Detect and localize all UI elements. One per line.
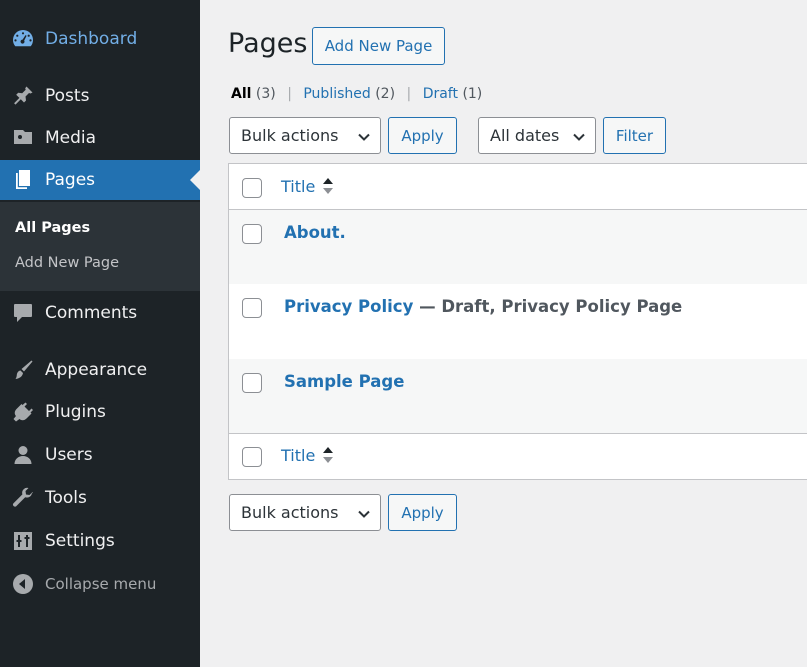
select-all-checkbox[interactable] <box>242 178 262 198</box>
menu-tools[interactable]: Tools <box>0 478 200 518</box>
menu-users-label: Users <box>45 445 93 465</box>
status-filter-links: All (3) | Published (2) | Draft (1) <box>231 86 482 102</box>
settings-sliders-icon <box>10 528 36 554</box>
apply-button-bottom[interactable]: Apply <box>388 494 457 531</box>
page-title-link[interactable]: Sample Page <box>284 372 404 391</box>
menu-posts[interactable]: Posts <box>0 76 200 116</box>
menu-users[interactable]: Users <box>0 435 200 475</box>
filter-published[interactable]: Published <box>303 86 370 102</box>
bulk-actions-value: Bulk actions <box>241 126 339 145</box>
title-column-header[interactable]: Title <box>281 176 334 196</box>
menu-media[interactable]: Media <box>0 118 200 158</box>
plugin-icon <box>10 399 36 425</box>
pages-table: Title About. Privacy Policy — Draft, Pri… <box>228 163 807 480</box>
pages-icon <box>10 167 36 193</box>
filter-draft-count: (1) <box>462 86 483 102</box>
menu-dashboard[interactable]: Dashboard <box>0 19 200 59</box>
add-new-page-button[interactable]: Add New Page <box>312 27 445 65</box>
wrench-icon <box>10 485 36 511</box>
table-row: Sample Page <box>229 359 807 434</box>
sort-arrows-icon <box>322 176 334 196</box>
menu-appearance-label: Appearance <box>45 360 148 380</box>
menu-appearance[interactable]: Appearance <box>0 350 200 390</box>
menu-settings-label: Settings <box>45 531 115 551</box>
chevron-down-icon <box>357 129 371 143</box>
table-footer: Title <box>229 435 807 480</box>
menu-posts-label: Posts <box>45 86 90 106</box>
select-all-checkbox-footer[interactable] <box>242 447 262 467</box>
chevron-down-icon <box>572 129 586 143</box>
collapse-menu-button[interactable]: Collapse menu <box>0 564 200 604</box>
submenu-all-pages[interactable]: All Pages <box>15 220 90 236</box>
apply-button-top[interactable]: Apply <box>388 117 457 154</box>
chevron-down-icon <box>357 506 371 520</box>
page-title-row: Privacy Policy — Draft, Privacy Policy P… <box>284 297 682 316</box>
menu-dashboard-label: Dashboard <box>45 29 138 49</box>
row-checkbox[interactable] <box>242 373 262 393</box>
bulk-actions-value: Bulk actions <box>241 503 339 522</box>
page-title: Pages <box>228 28 308 59</box>
date-filter-select[interactable]: All dates <box>478 117 596 154</box>
title-column-footer[interactable]: Title <box>281 445 334 465</box>
menu-plugins-label: Plugins <box>45 402 106 422</box>
table-header: Title <box>229 164 807 210</box>
collapse-menu-label: Collapse menu <box>45 575 157 593</box>
bulk-actions-select-bottom[interactable]: Bulk actions <box>229 494 381 531</box>
date-filter-value: All dates <box>490 126 560 145</box>
user-icon <box>10 442 36 468</box>
post-state-label: — Draft, Privacy Policy Page <box>413 297 683 316</box>
comment-icon <box>10 300 36 326</box>
menu-settings[interactable]: Settings <box>0 521 200 561</box>
pages-submenu: All Pages Add New Page <box>0 202 200 291</box>
admin-sidebar: Dashboard Posts Media Pages All Pages Ad… <box>0 0 200 667</box>
filter-all-count: (3) <box>255 86 276 102</box>
table-row: Privacy Policy — Draft, Privacy Policy P… <box>229 284 807 359</box>
menu-media-label: Media <box>45 128 97 148</box>
menu-comments-label: Comments <box>45 303 138 323</box>
sort-arrows-icon <box>322 445 334 465</box>
bulk-actions-select-top[interactable]: Bulk actions <box>229 117 381 154</box>
menu-pages[interactable]: Pages <box>0 160 200 200</box>
filter-separator: | <box>406 86 412 102</box>
filter-button[interactable]: Filter <box>603 117 666 154</box>
row-checkbox[interactable] <box>242 298 262 318</box>
pushpin-icon <box>10 83 36 109</box>
title-column-label: Title <box>281 445 316 465</box>
paintbrush-icon <box>10 357 36 383</box>
title-column-label: Title <box>281 176 316 196</box>
media-icon <box>10 125 36 151</box>
menu-pages-label: Pages <box>45 170 96 190</box>
menu-comments[interactable]: Comments <box>0 293 200 333</box>
dashboard-icon <box>10 26 36 52</box>
menu-plugins[interactable]: Plugins <box>0 392 200 432</box>
menu-tools-label: Tools <box>45 488 87 508</box>
page-title-link[interactable]: Privacy Policy <box>284 297 413 316</box>
filter-separator: | <box>287 86 292 102</box>
submenu-add-new-page[interactable]: Add New Page <box>15 255 119 271</box>
row-checkbox[interactable] <box>242 224 262 244</box>
filter-published-count: (2) <box>375 86 396 102</box>
collapse-arrow-icon <box>10 571 36 597</box>
filter-all[interactable]: All <box>231 86 251 102</box>
page-title-link[interactable]: About. <box>284 223 346 242</box>
table-row: About. <box>229 210 807 284</box>
filter-draft[interactable]: Draft <box>423 86 458 102</box>
